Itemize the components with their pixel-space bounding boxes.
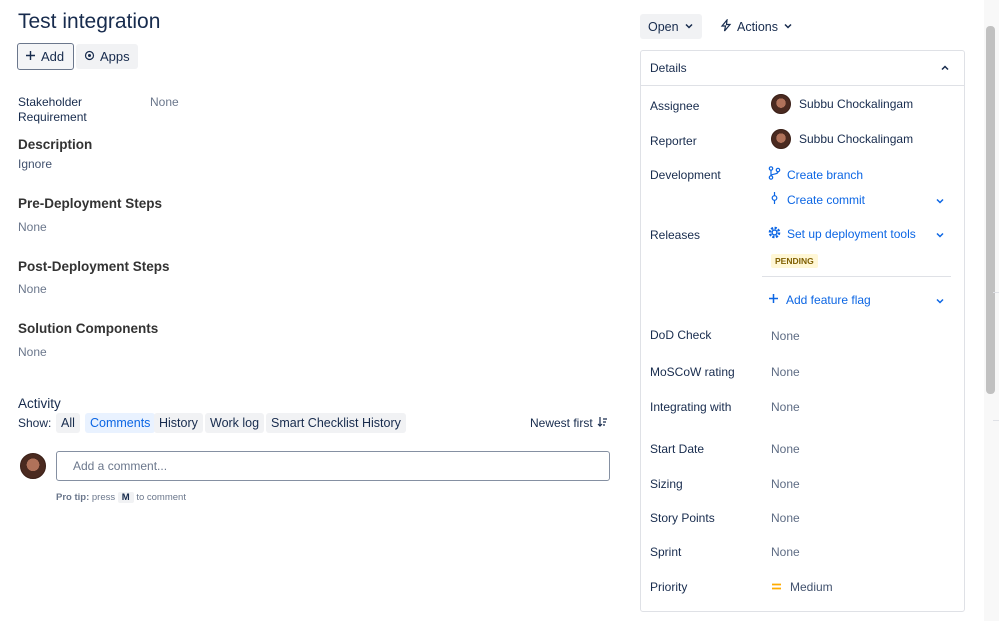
priority-medium-icon: [771, 579, 782, 594]
create-commit-link[interactable]: Create commit: [768, 191, 865, 208]
post-deployment-heading: Post-Deployment Steps: [18, 259, 170, 274]
add-button[interactable]: Add: [17, 43, 75, 70]
apps-icon: [84, 49, 95, 64]
moscow-rating-label: MoSCoW rating: [650, 365, 735, 379]
details-title: Details: [650, 61, 687, 75]
show-label: Show:: [18, 416, 52, 430]
avatar: [771, 94, 791, 114]
deployment-tools-link[interactable]: Set up deployment tools: [767, 225, 916, 243]
chevron-down-icon[interactable]: [935, 194, 945, 209]
pro-tip: Pro tip: press M to comment: [56, 492, 186, 503]
add-feature-flag-link[interactable]: Add feature flag: [768, 292, 871, 307]
filter-all[interactable]: All: [56, 413, 80, 433]
moscow-rating-value[interactable]: None: [771, 365, 800, 379]
post-deployment-value[interactable]: None: [18, 282, 47, 296]
sizing-value[interactable]: None: [771, 477, 800, 491]
solution-components-value[interactable]: None: [18, 345, 47, 359]
sizing-label: Sizing: [650, 477, 683, 491]
chevron-down-icon[interactable]: [935, 294, 945, 309]
actions-label: Actions: [737, 19, 778, 34]
dod-check-value[interactable]: None: [771, 329, 800, 343]
start-date-value[interactable]: None: [771, 442, 800, 456]
priority-label: Priority: [650, 580, 688, 594]
lightning-icon: [720, 17, 732, 35]
chevron-down-icon: [783, 20, 793, 34]
priority-value: Medium: [790, 579, 833, 594]
solution-components-heading: Solution Components: [18, 321, 159, 336]
status-dropdown[interactable]: Open: [640, 14, 702, 39]
sort-label: Newest first: [530, 416, 593, 430]
filter-history[interactable]: History: [154, 413, 203, 433]
stakeholder-requirement-label: Stakeholder Requirement: [18, 95, 87, 124]
chevron-down-icon[interactable]: [935, 228, 945, 243]
pending-badge: PENDING: [771, 254, 818, 268]
sort-button[interactable]: Newest first: [530, 416, 608, 430]
integrating-with-value[interactable]: None: [771, 400, 800, 414]
sprint-value[interactable]: None: [771, 545, 800, 559]
activity-heading: Activity: [18, 396, 61, 411]
integrating-with-label: Integrating with: [650, 400, 732, 414]
add-button-label: Add: [41, 49, 65, 64]
story-points-value[interactable]: None: [771, 511, 800, 525]
avatar: [20, 453, 46, 479]
priority-field[interactable]: Medium: [771, 579, 833, 594]
actions-dropdown[interactable]: Actions: [714, 14, 799, 39]
stakeholder-requirement-value[interactable]: None: [150, 95, 179, 109]
gear-icon: [767, 225, 782, 243]
reporter-field[interactable]: Subbu Chockalingam: [771, 129, 913, 149]
chevron-down-icon: [684, 20, 694, 34]
sort-icon: [597, 416, 608, 430]
avatar: [771, 129, 791, 149]
details-header[interactable]: [640, 50, 965, 86]
commit-icon: [768, 191, 781, 208]
status-label: Open: [648, 19, 679, 34]
plus-icon: [25, 49, 36, 64]
assignee-name: Subbu Chockalingam: [799, 97, 914, 111]
filter-smart-checklist-history[interactable]: Smart Checklist History: [266, 413, 406, 433]
description-heading: Description: [18, 137, 93, 152]
comment-input[interactable]: Add a comment...: [56, 451, 610, 481]
start-date-label: Start Date: [650, 442, 705, 456]
apps-button-label: Apps: [100, 49, 130, 64]
reporter-label: Reporter: [650, 134, 697, 148]
chevron-up-icon[interactable]: [940, 61, 950, 76]
dod-check-label: DoD Check: [650, 328, 712, 342]
page-title: Test integration: [18, 10, 161, 33]
divider: [762, 276, 951, 277]
create-branch-link[interactable]: Create branch: [768, 166, 863, 183]
apps-button[interactable]: Apps: [76, 44, 138, 69]
assignee-field[interactable]: Subbu Chockalingam: [771, 94, 913, 114]
filter-work-log[interactable]: Work log: [205, 413, 265, 433]
filter-comments[interactable]: Comments: [85, 413, 156, 433]
gutter-divider: [993, 420, 999, 421]
plus-icon: [768, 292, 779, 307]
branch-icon: [768, 166, 781, 183]
description-value[interactable]: Ignore: [18, 157, 52, 171]
assignee-label: Assignee: [650, 99, 700, 113]
development-label: Development: [650, 168, 721, 182]
story-points-label: Story Points: [650, 511, 715, 525]
reporter-name: Subbu Chockalingam: [799, 132, 914, 146]
scrollbar-thumb[interactable]: [986, 26, 995, 394]
keyboard-shortcut-key: M: [117, 492, 134, 503]
pre-deployment-value[interactable]: None: [18, 220, 47, 234]
pre-deployment-heading: Pre-Deployment Steps: [18, 196, 163, 211]
releases-label: Releases: [650, 228, 701, 242]
sprint-label: Sprint: [650, 545, 682, 559]
gutter-divider: [993, 292, 999, 293]
